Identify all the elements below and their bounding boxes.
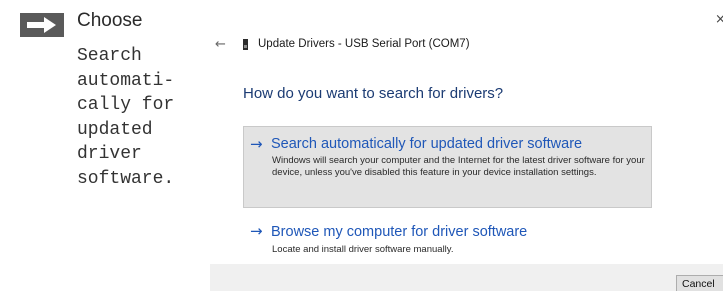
dialog-footer bbox=[210, 264, 723, 291]
instruction-body: Search automati- cally for updated drive… bbox=[77, 44, 174, 191]
instruction-line: cally for bbox=[77, 95, 175, 115]
option-description: Windows will search your computer and th… bbox=[272, 155, 645, 178]
option-search-automatically[interactable]: → Search automatically for updated drive… bbox=[243, 126, 652, 208]
right-arrow-icon bbox=[20, 13, 64, 37]
back-arrow-icon[interactable]: ← bbox=[215, 37, 226, 52]
instruction-line: software. bbox=[77, 168, 175, 189]
option-description: Locate and install driver software manua… bbox=[272, 244, 454, 255]
option-label: Browse my computer for driver software bbox=[271, 224, 528, 240]
cancel-button[interactable]: Cancel bbox=[676, 275, 723, 291]
instruction-title: Choose bbox=[77, 10, 143, 31]
instruction-line: Search bbox=[77, 46, 142, 66]
close-icon[interactable]: × bbox=[715, 12, 723, 27]
instruction-line: updated bbox=[77, 119, 153, 140]
usb-device-icon bbox=[243, 39, 248, 50]
instruction-line: driver bbox=[77, 144, 142, 164]
instruction-line: automati- bbox=[77, 70, 175, 91]
option-browse-computer[interactable]: → Browse my computer for driver software… bbox=[243, 222, 652, 262]
right-arrow-icon: → bbox=[250, 222, 263, 240]
option-label: Search automatically for updated driver … bbox=[271, 136, 583, 152]
dialog-title: Update Drivers - USB Serial Port (COM7) bbox=[258, 38, 470, 50]
dialog-question: How do you want to search for drivers? bbox=[243, 85, 504, 102]
right-arrow-icon: → bbox=[250, 135, 263, 153]
